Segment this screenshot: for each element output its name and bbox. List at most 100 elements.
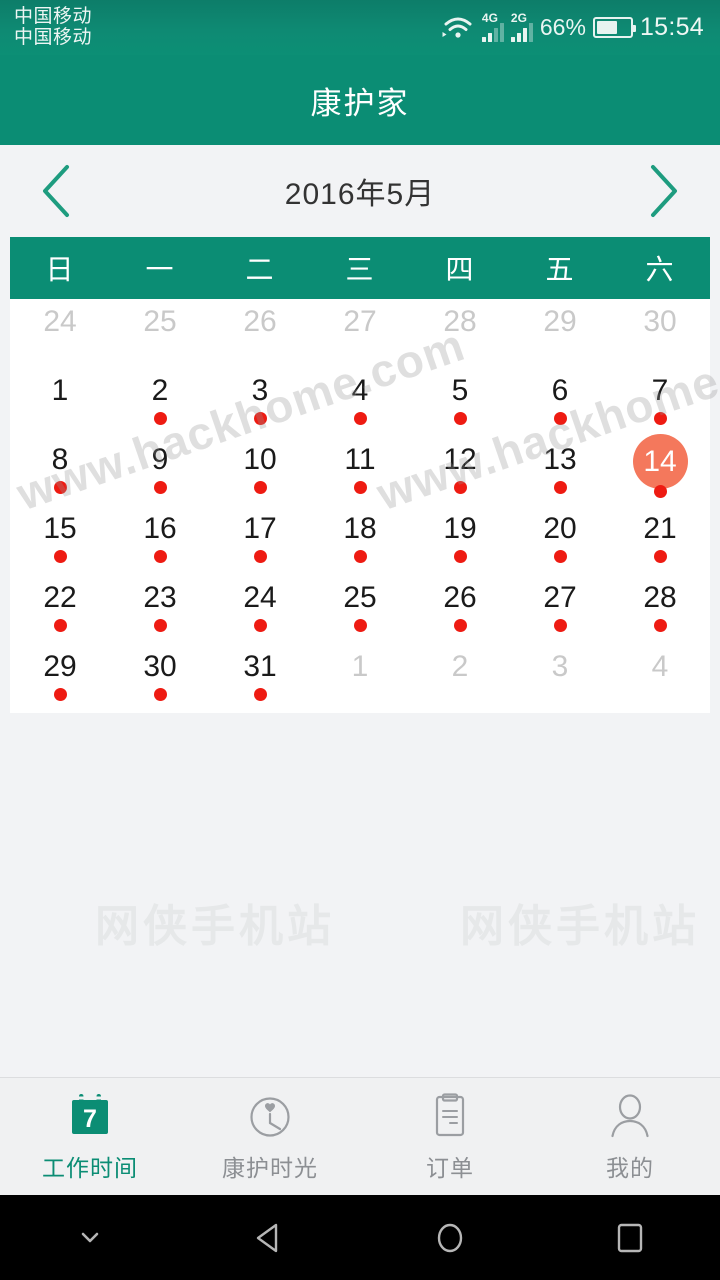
clock-heart-icon bbox=[245, 1090, 295, 1142]
calendar-day-number: 28 bbox=[643, 581, 677, 614]
status-bar: 中国移动 中国移动 4G 2G 66% 15:54 bbox=[0, 0, 720, 55]
calendar-day-number: 8 bbox=[51, 443, 69, 476]
calendar-day-number: 6 bbox=[551, 374, 569, 407]
calendar-day-cell[interactable]: 31 bbox=[210, 644, 310, 713]
network-type-4g-label: 4G bbox=[481, 10, 498, 25]
hide-nav-button[interactable] bbox=[0, 1228, 180, 1248]
calendar-day-number: 13 bbox=[543, 443, 577, 476]
calendar-day-cell[interactable]: 19 bbox=[410, 506, 510, 575]
order-clipboard-icon bbox=[425, 1090, 475, 1142]
calendar-day-cell[interactable]: 9 bbox=[110, 437, 210, 506]
schedule-dot bbox=[353, 550, 367, 563]
watermark: 网侠手机站 bbox=[95, 902, 335, 951]
weekday-header-0: 日 bbox=[45, 254, 75, 285]
calendar-day-cell[interactable]: 25 bbox=[310, 575, 410, 644]
calendar-day-cell[interactable]: 26 bbox=[410, 575, 510, 644]
calendar-day-cell[interactable]: 26 bbox=[210, 299, 310, 368]
calendar-day-cell[interactable]: 2 bbox=[110, 368, 210, 437]
calendar-day-cell[interactable]: 15 bbox=[10, 506, 110, 575]
calendar-day-cell[interactable]: 27 bbox=[510, 575, 610, 644]
calendar-week-row: 29 30 31 1 2 3 4 bbox=[10, 644, 710, 713]
calendar-day-cell[interactable]: 10 bbox=[210, 437, 310, 506]
tab-orders[interactable]: 订单 bbox=[360, 1090, 540, 1183]
tab-care-time[interactable]: 康护时光 bbox=[180, 1090, 360, 1183]
calendar-day-cell[interactable]: 24 bbox=[210, 575, 310, 644]
calendar-day-cell[interactable]: 21 bbox=[610, 506, 710, 575]
calendar-day-cell[interactable]: 18 bbox=[310, 506, 410, 575]
calendar-day-cell[interactable]: 28 bbox=[610, 575, 710, 644]
calendar-day-cell[interactable]: 13 bbox=[510, 437, 610, 506]
calendar-day-cell[interactable]: 3 bbox=[210, 368, 310, 437]
schedule-dot bbox=[253, 481, 267, 494]
current-month-label: 2016年5月 bbox=[284, 178, 436, 211]
calendar-day-cell[interactable]: 23 bbox=[110, 575, 210, 644]
app-bar: 康护家 bbox=[0, 55, 720, 145]
calendar-day-cell[interactable]: 6 bbox=[510, 368, 610, 437]
calendar-day-cell[interactable]: 1 bbox=[310, 644, 410, 713]
recents-square-icon[interactable] bbox=[540, 1220, 720, 1256]
battery-icon bbox=[592, 17, 636, 38]
calendar-day-cell[interactable]: 5 bbox=[410, 368, 510, 437]
calendar-day-cell-selected[interactable]: 14 bbox=[610, 434, 710, 506]
calendar-day-number: 26 bbox=[443, 581, 477, 614]
calendar-day-number: 3 bbox=[251, 374, 269, 407]
calendar-day-number: 19 bbox=[443, 512, 477, 545]
calendar-day-cell[interactable]: 7 bbox=[610, 368, 710, 437]
month-navigation: 2016年5月 bbox=[0, 145, 720, 237]
schedule-dot bbox=[453, 412, 467, 425]
calendar-day-cell[interactable]: 1 bbox=[10, 368, 110, 437]
battery-percent-label: 66% bbox=[539, 14, 586, 40]
calendar-day-cell[interactable]: 30 bbox=[110, 644, 210, 713]
calendar-grid: 24 25 26 27 28 29 30 1 2 3 4 5 6 7 8 9 10 11 12 13 14 15 16 17 1… bbox=[10, 299, 710, 713]
carrier-line-2: 中国移动 bbox=[14, 26, 93, 48]
wifi-icon bbox=[441, 15, 475, 41]
calendar-day-cell[interactable]: 3 bbox=[510, 644, 610, 713]
tab-profile[interactable]: 我的 bbox=[540, 1090, 720, 1183]
calendar-day-cell[interactable]: 27 bbox=[310, 299, 410, 368]
back-triangle-icon[interactable] bbox=[180, 1220, 360, 1256]
calendar-day-cell[interactable]: 29 bbox=[10, 644, 110, 713]
calendar-day-number: 29 bbox=[43, 650, 77, 683]
calendar-day-cell[interactable]: 28 bbox=[410, 299, 510, 368]
calendar-day-number: 24 bbox=[43, 305, 77, 338]
calendar-day-number: 25 bbox=[343, 581, 377, 614]
calendar-day-cell[interactable]: 22 bbox=[10, 575, 110, 644]
calendar-day-number: 2 bbox=[151, 374, 169, 407]
calendar-day-cell[interactable]: 11 bbox=[310, 437, 410, 506]
calendar-day-number: 30 bbox=[143, 650, 177, 683]
calendar-day-number: 26 bbox=[243, 305, 277, 338]
calendar-day-cell[interactable]: 8 bbox=[10, 437, 110, 506]
calendar-day-number: 2 bbox=[451, 650, 469, 683]
calendar-day-cell[interactable]: 12 bbox=[410, 437, 510, 506]
tab-label-profile: 我的 bbox=[606, 1155, 654, 1181]
prev-month-button[interactable] bbox=[30, 160, 82, 222]
calendar-day-cell[interactable]: 29 bbox=[510, 299, 610, 368]
schedule-dot bbox=[53, 688, 67, 701]
calendar-day-cell[interactable]: 2 bbox=[410, 644, 510, 713]
next-month-button[interactable] bbox=[638, 160, 690, 222]
calendar-day-cell[interactable]: 17 bbox=[210, 506, 310, 575]
calendar-day-number: 11 bbox=[344, 443, 376, 476]
calendar-day-number: 17 bbox=[243, 512, 277, 545]
home-circle-icon[interactable] bbox=[360, 1220, 540, 1256]
tab-work-schedule[interactable]: 7 工作时间 bbox=[0, 1090, 180, 1183]
calendar-day-number: 20 bbox=[543, 512, 577, 545]
schedule-dot bbox=[653, 550, 667, 563]
calendar-day-number: 25 bbox=[143, 305, 177, 338]
calendar-day-cell[interactable]: 20 bbox=[510, 506, 610, 575]
calendar-day-cell[interactable]: 30 bbox=[610, 299, 710, 368]
calendar-day-number: 4 bbox=[351, 374, 369, 407]
calendar-day-cell[interactable]: 16 bbox=[110, 506, 210, 575]
calendar-day-cell[interactable]: 25 bbox=[110, 299, 210, 368]
schedule-dot bbox=[653, 485, 667, 498]
calendar-day-number: 9 bbox=[151, 443, 169, 476]
calendar-day-number: 30 bbox=[643, 305, 677, 338]
calendar-day-cell[interactable]: 24 bbox=[10, 299, 110, 368]
signal-2g-icon: 2G bbox=[510, 11, 533, 42]
calendar-day-cell[interactable]: 4 bbox=[310, 368, 410, 437]
bottom-tab-bar: 7 工作时间 康护时光 订单 我的 bbox=[0, 1077, 720, 1195]
calendar-day-number: 15 bbox=[43, 512, 77, 545]
schedule-dot bbox=[353, 619, 367, 632]
android-system-nav bbox=[0, 1195, 720, 1280]
calendar-day-cell[interactable]: 4 bbox=[610, 644, 710, 713]
